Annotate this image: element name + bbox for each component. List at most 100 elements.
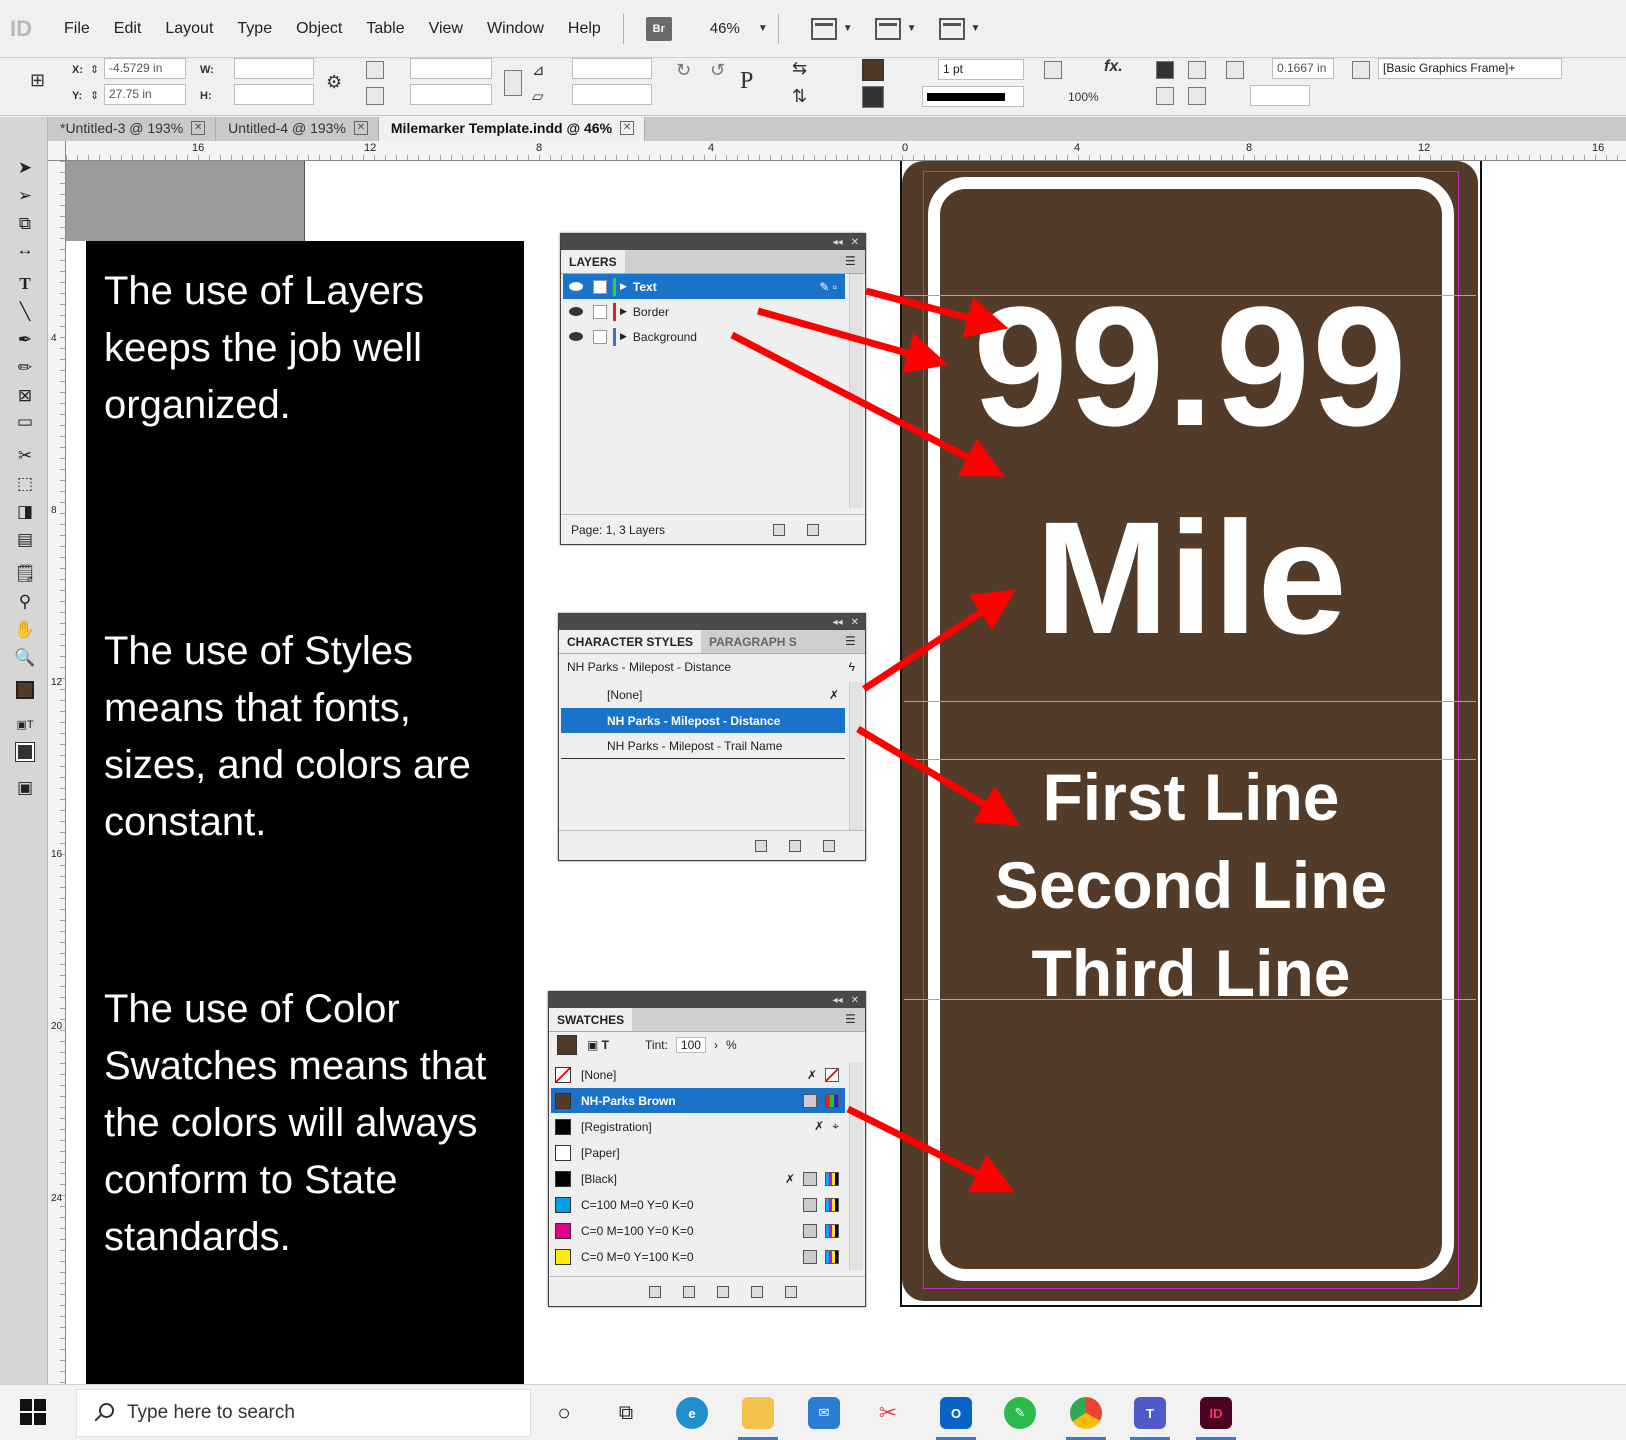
close-icon[interactable]: ✕ (191, 121, 206, 135)
formatting-text-icon[interactable]: ▣ T (587, 1038, 609, 1052)
tab-untitled-4[interactable]: Untitled-4 @ 193% ✕ (216, 117, 379, 141)
new-group-icon[interactable] (755, 839, 767, 852)
w-field[interactable] (234, 58, 314, 79)
menu-table[interactable]: Table (354, 0, 416, 58)
vertical-ruler[interactable]: 4 8 12 16 20 24 (48, 161, 66, 1384)
scrollbar[interactable] (849, 274, 863, 508)
layer-row-border[interactable]: ▶ Border (563, 299, 845, 324)
corner-shape-dropdown[interactable] (1250, 85, 1310, 106)
outlook-icon[interactable]: O (940, 1397, 972, 1429)
menu-file[interactable]: File (52, 0, 102, 58)
zoom-tool-icon[interactable]: 🔍 (14, 647, 36, 669)
align-center-icon[interactable] (1188, 61, 1206, 79)
gradient-feather-tool-icon[interactable]: ▤ (14, 529, 36, 551)
tab-milemarker-template[interactable]: Milemarker Template.indd @ 46% ✕ (378, 117, 646, 141)
swatch-row-none[interactable]: [None] ✗ (551, 1062, 845, 1087)
gap-tool-icon[interactable]: ↔ (14, 239, 36, 261)
tint-field[interactable]: 100 (675, 1036, 706, 1053)
bridge-button[interactable]: Br (645, 16, 672, 41)
view-options-icon[interactable] (810, 17, 837, 40)
menu-object[interactable]: Object (284, 0, 354, 58)
gradient-tool-icon[interactable]: ◨ (14, 501, 36, 523)
sign-line-1[interactable]: First Line (928, 753, 1454, 841)
menu-view[interactable]: View (417, 0, 475, 58)
swatch-row-paper[interactable]: [Paper] (551, 1140, 845, 1165)
effects-fx-icon[interactable]: fx. (1104, 58, 1123, 76)
constrain-proportions-icon[interactable]: ⚙ (326, 72, 342, 93)
explanation-text-box[interactable]: The use of Layers keeps the job well org… (86, 241, 524, 1384)
layer-row-text[interactable]: ▶ Text ✎ ▫ (563, 274, 845, 299)
corner-size-field[interactable]: 0.1667 in (1272, 58, 1334, 79)
expand-triangle-icon[interactable]: ▶ (620, 331, 627, 342)
collapse-icon[interactable]: ◂◂ (833, 617, 843, 628)
corner-options-icon[interactable] (1226, 61, 1244, 79)
eyedropper-tool-icon[interactable]: ⚲ (14, 591, 36, 613)
h-field[interactable] (234, 84, 314, 105)
align-top-icon[interactable] (1156, 61, 1174, 79)
layer-row-background[interactable]: ▶ Background (563, 324, 845, 349)
swatch-row-nh-parks-brown[interactable]: NH-Parks Brown (551, 1088, 845, 1113)
snipping-tool-icon[interactable]: ✂ (872, 1397, 904, 1429)
zoom-level-dropdown[interactable]: 46% ▼ (710, 20, 768, 37)
scale-y-field[interactable] (410, 84, 492, 105)
tab-layers[interactable]: LAYERS (561, 250, 625, 273)
swatch-row-yellow[interactable]: C=0 M=0 Y=100 K=0 (551, 1244, 845, 1269)
y-stepper-icon[interactable]: ⇕ (90, 89, 99, 102)
indesign-taskbar-icon[interactable]: ID (1200, 1397, 1232, 1429)
screen-mode-icon[interactable] (874, 17, 901, 40)
y-field[interactable]: 27.75 in (104, 84, 186, 105)
tab-swatches[interactable]: SWATCHES (549, 1008, 633, 1031)
screen-mode-tool-icon[interactable]: ▣ (14, 777, 36, 799)
rotate-cw-icon[interactable]: ↻ (676, 60, 691, 81)
close-icon[interactable]: ✕ (620, 121, 635, 135)
close-icon[interactable]: ✕ (851, 617, 859, 628)
lock-toggle[interactable] (593, 329, 607, 344)
stroke-type-dropdown[interactable] (922, 86, 1024, 107)
show-color-swatches-icon[interactable] (683, 1285, 695, 1298)
lock-toggle[interactable] (593, 279, 607, 294)
trash-icon[interactable] (785, 1285, 797, 1298)
pen-tool-icon[interactable]: ✒ (14, 329, 36, 351)
flip-vertical-icon[interactable]: ⇅ (792, 86, 807, 107)
edge-browser-icon[interactable]: e (676, 1397, 708, 1429)
taskbar-search[interactable] (76, 1389, 531, 1437)
type-tool-icon[interactable]: T (14, 273, 36, 295)
search-input[interactable] (127, 1402, 507, 1424)
menu-type[interactable]: Type (225, 0, 284, 58)
style-row-none[interactable]: [None] ✗ (561, 682, 845, 707)
sign-line-3[interactable]: Third Line (928, 929, 1454, 1017)
menu-help[interactable]: Help (556, 0, 613, 58)
swatch-row-magenta[interactable]: C=0 M=100 Y=0 K=0 (551, 1218, 845, 1243)
menu-layout[interactable]: Layout (153, 0, 225, 58)
close-icon[interactable]: ✕ (353, 121, 368, 135)
rotation-field[interactable] (572, 58, 652, 79)
quick-apply-icon[interactable]: ϟ (849, 660, 855, 674)
eye-icon[interactable] (569, 307, 583, 316)
sign-unit[interactable]: Mile (928, 493, 1454, 663)
task-view-icon[interactable]: ⧉ (610, 1397, 642, 1429)
style-row-distance[interactable]: NH Parks - Milepost - Distance (561, 708, 845, 733)
arrange-documents-icon[interactable] (938, 17, 965, 40)
document-canvas[interactable]: The use of Layers keeps the job well org… (66, 161, 1626, 1384)
teams-icon[interactable]: T (1134, 1397, 1166, 1429)
text-frame-options-icon[interactable] (1156, 87, 1174, 105)
swatch-row-registration[interactable]: [Registration] ✗ ⌖ (551, 1114, 845, 1139)
selection-tool-icon[interactable]: ➤ (14, 157, 36, 179)
windows-start-icon[interactable] (20, 1399, 46, 1425)
collapse-icon[interactable]: ◂◂ (833, 995, 843, 1006)
free-transform-tool-icon[interactable]: ⬚ (14, 473, 36, 495)
object-style-dropdown[interactable]: [Basic Graphics Frame]+ (1378, 58, 1562, 79)
stroke-color-swatch[interactable] (862, 86, 884, 108)
expand-triangle-icon[interactable]: ▶ (620, 306, 627, 317)
mail-icon[interactable]: ✉ (808, 1397, 840, 1429)
eye-icon[interactable] (569, 332, 583, 341)
cortana-icon[interactable]: ○ (548, 1397, 580, 1429)
panel-menu-icon[interactable]: ☰ (845, 250, 865, 273)
scale-x-field[interactable] (410, 58, 492, 79)
tint-slider-arrow-icon[interactable]: › (714, 1038, 718, 1052)
apply-color-icon[interactable] (14, 741, 36, 763)
stroke-weight-dropdown[interactable]: 1 pt (938, 59, 1024, 80)
new-layer-icon[interactable] (773, 523, 786, 536)
close-icon[interactable]: ✕ (851, 237, 859, 248)
note-tool-icon[interactable]: 🗒 (14, 563, 36, 585)
